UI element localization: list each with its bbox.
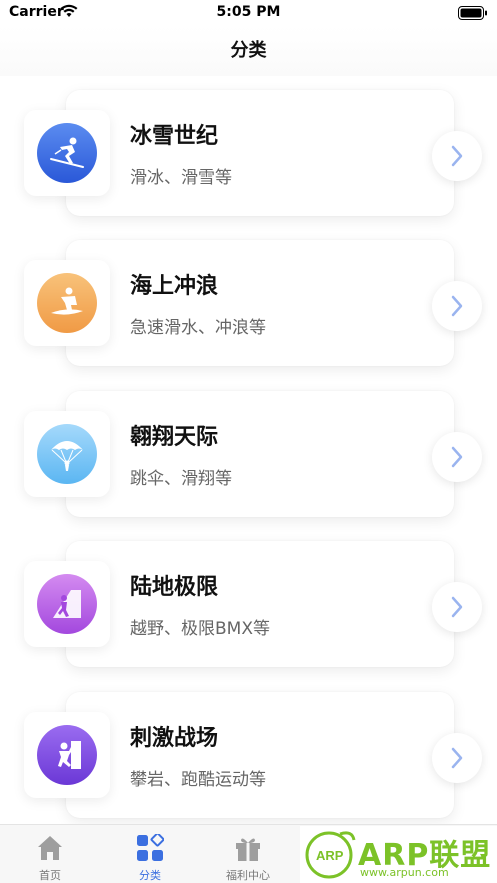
- category-subtitle: 越野、极限BMX等: [130, 619, 270, 639]
- category-title: 陆地极限: [130, 575, 219, 600]
- watermark-url: www.arpun.com: [360, 866, 449, 879]
- tab-label: 分类: [139, 869, 161, 882]
- card-background: [66, 240, 454, 366]
- chevron-right-button[interactable]: [432, 733, 482, 783]
- tab-welfare[interactable]: 福利中心: [208, 825, 288, 883]
- climber-icon: [37, 574, 97, 634]
- gift-icon: [234, 834, 262, 862]
- surfer-icon: [37, 273, 97, 333]
- chevron-right-icon: [451, 295, 463, 317]
- page-title: 分类: [230, 40, 267, 61]
- chevron-right-button[interactable]: [432, 131, 482, 181]
- status-bar: Carrier 5:05 PM: [0, 0, 497, 26]
- chevron-right-button[interactable]: [432, 582, 482, 632]
- card-background: [66, 541, 454, 667]
- category-title: 翱翔天际: [130, 425, 219, 450]
- category-icon-box: [24, 110, 110, 196]
- tab-home[interactable]: 首页: [10, 825, 90, 883]
- battery-icon: [458, 6, 488, 20]
- category-title: 海上冲浪: [130, 274, 219, 299]
- chevron-right-button[interactable]: [432, 432, 482, 482]
- skier-icon: [37, 123, 97, 183]
- chevron-right-icon: [451, 596, 463, 618]
- card-background: [66, 692, 454, 818]
- chevron-right-button[interactable]: [432, 281, 482, 331]
- category-card-ice-snow[interactable]: 冰雪世纪 滑冰、滑雪等: [0, 90, 497, 218]
- category-card-sky[interactable]: 翱翔天际 跳伞、滑翔等: [0, 391, 497, 519]
- category-icon-box: [24, 260, 110, 346]
- category-icon: [136, 832, 165, 862]
- clock: 5:05 PM: [216, 4, 281, 20]
- tab-label: 首页: [39, 869, 61, 882]
- category-card-land[interactable]: 陆地极限 越野、极限BMX等: [0, 541, 497, 669]
- watermark: ARP ARP联盟 www.arpun.com: [300, 826, 497, 883]
- chevron-right-icon: [451, 747, 463, 769]
- arp-logo-icon: ARP: [305, 831, 356, 879]
- card-background: [66, 391, 454, 517]
- category-subtitle: 滑冰、滑雪等: [130, 168, 232, 188]
- card-background: [66, 90, 454, 216]
- category-icon-box: [24, 712, 110, 798]
- category-title: 冰雪世纪: [130, 124, 219, 149]
- rock-climb-icon: [37, 725, 97, 785]
- parachute-icon: [37, 424, 97, 484]
- home-icon: [36, 834, 64, 862]
- chevron-right-icon: [451, 145, 463, 167]
- category-subtitle: 急速滑水、冲浪等: [130, 318, 266, 338]
- chevron-right-icon: [451, 446, 463, 468]
- category-icon-box: [24, 561, 110, 647]
- category-subtitle: 攀岩、跑酷运动等: [130, 770, 266, 790]
- category-icon-box: [24, 411, 110, 497]
- category-title: 刺激战场: [130, 726, 219, 751]
- svg-text:ARP: ARP: [316, 848, 344, 863]
- category-card-surf[interactable]: 海上冲浪 急速滑水、冲浪等: [0, 240, 497, 368]
- tab-label: 福利中心: [226, 869, 270, 882]
- category-card-battle[interactable]: 刺激战场 攀岩、跑酷运动等: [0, 692, 497, 820]
- tab-category[interactable]: 分类: [110, 825, 190, 883]
- category-subtitle: 跳伞、滑翔等: [130, 469, 232, 489]
